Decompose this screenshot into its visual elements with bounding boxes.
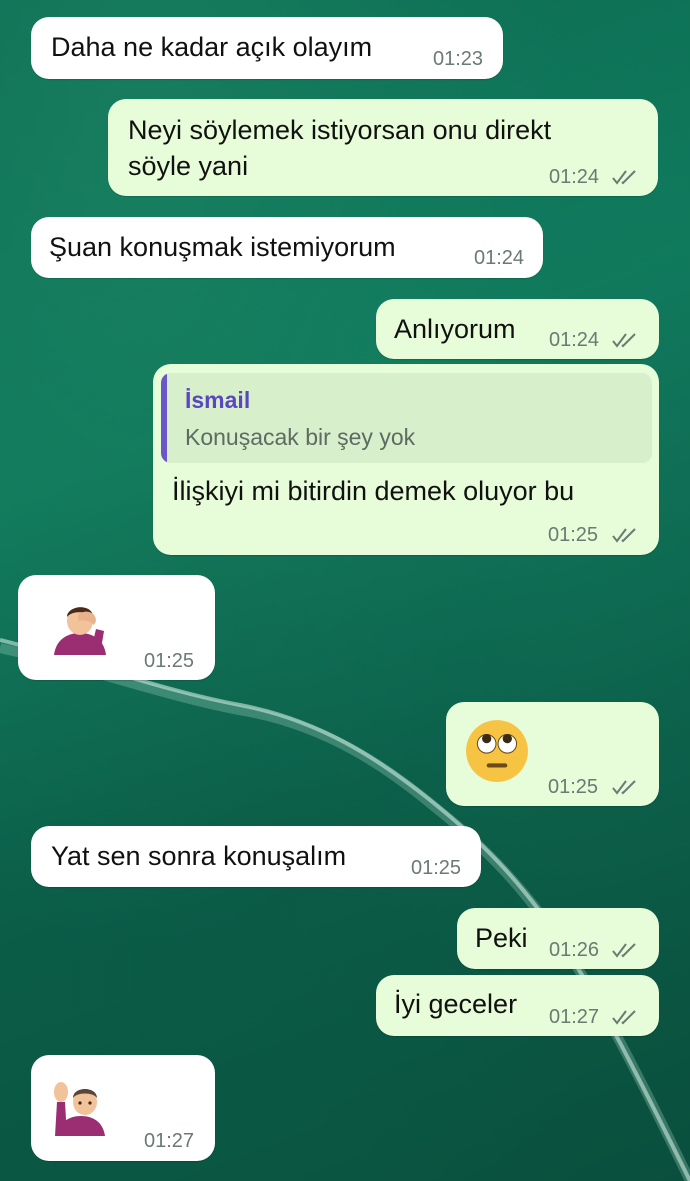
- message-bubble-outgoing[interactable]: Peki 01:26: [457, 908, 659, 969]
- read-ticks-icon: [612, 1010, 636, 1025]
- message-text: Anlıyorum: [394, 314, 516, 344]
- message-bubble-outgoing[interactable]: Anlıyorum 01:24: [376, 299, 659, 359]
- message-time: 01:25: [548, 776, 599, 798]
- message-text: Şuan konuşmak istemiyorum: [49, 232, 396, 262]
- message-time: 01:25: [411, 857, 462, 879]
- reply-author: İsmail: [185, 387, 251, 413]
- person-raising-hand-icon: [54, 1082, 105, 1136]
- message-time: 01:25: [548, 524, 599, 546]
- message-text-line1: Neyi söylemek istiyorsan onu direkt: [128, 115, 552, 145]
- message-time: 01:27: [144, 1130, 195, 1152]
- message-text: Peki: [475, 923, 528, 953]
- reply-text: Konuşacak bir şey yok: [185, 424, 416, 450]
- message-text: Daha ne kadar açık olayım: [51, 32, 373, 62]
- message-bubble-outgoing[interactable]: 01:25: [446, 702, 659, 806]
- read-ticks-icon: [612, 528, 636, 543]
- message-time: 01:26: [549, 939, 600, 961]
- message-time: 01:24: [474, 247, 525, 269]
- message-time: 01:25: [144, 650, 195, 672]
- read-ticks-icon: [612, 170, 636, 185]
- message-time: 01:27: [549, 1006, 600, 1028]
- message-bubble-incoming[interactable]: 01:25: [18, 575, 215, 680]
- read-ticks-icon: [612, 780, 636, 795]
- message-bubble-incoming[interactable]: Daha ne kadar açık olayım 01:23: [31, 17, 503, 79]
- message-bubble-incoming[interactable]: 01:27: [31, 1055, 215, 1161]
- read-ticks-icon: [612, 943, 636, 958]
- read-ticks-icon: [612, 333, 636, 348]
- face-with-rolling-eyes-icon: [466, 720, 528, 782]
- message-text: İyi geceler: [394, 989, 518, 1019]
- message-time: 01:23: [433, 48, 484, 70]
- message-time: 01:24: [549, 329, 600, 351]
- message-bubble-incoming[interactable]: Şuan konuşmak istemiyorum 01:24: [31, 217, 543, 278]
- message-bubble-outgoing[interactable]: Neyi söylemek istiyorsan onu direkt söyl…: [108, 99, 658, 196]
- message-text: Yat sen sonra konuşalım: [51, 841, 347, 871]
- quoted-reply[interactable]: İsmail Konuşacak bir şey yok: [161, 373, 652, 463]
- message-text: İlişkiyi mi bitirdin demek oluyor bu: [172, 476, 575, 506]
- message-bubble-outgoing[interactable]: İyi geceler 01:27: [376, 975, 659, 1036]
- message-text-line2: söyle yani: [128, 151, 249, 181]
- message-bubble-incoming[interactable]: Yat sen sonra konuşalım 01:25: [31, 826, 481, 887]
- person-facepalming-icon: [54, 607, 106, 655]
- message-time: 01:24: [549, 166, 600, 188]
- reply-accent-bar: [161, 373, 167, 463]
